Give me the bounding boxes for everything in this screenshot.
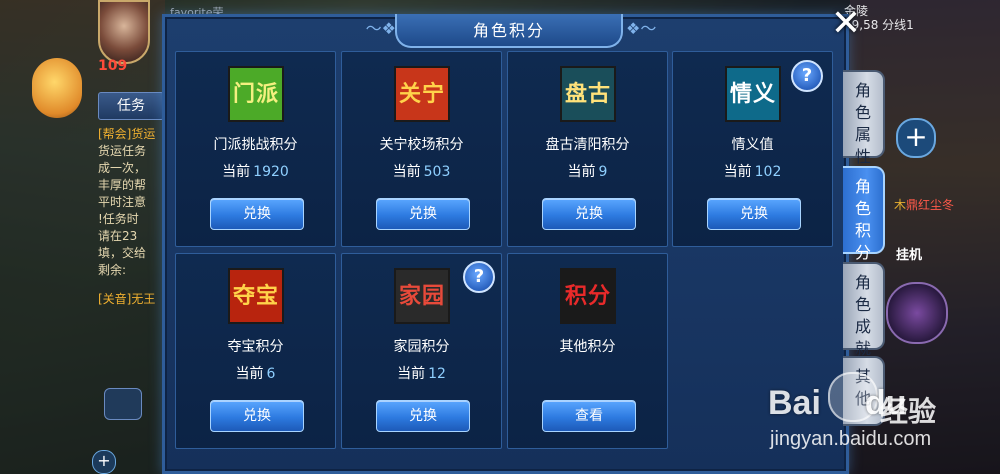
card-value: 当前 102 <box>673 161 832 181</box>
tab-character-points[interactable]: 角色积分 <box>843 166 885 262</box>
task-line: 丰厚的帮 <box>98 178 147 192</box>
exchange-button[interactable]: 兑换 <box>210 400 304 432</box>
value-label: 当前 <box>222 164 251 180</box>
value-label: 当前 <box>392 164 421 180</box>
treasure-icon: 夺宝 <box>228 268 284 324</box>
watermark-url: jingyan.baidu.com <box>770 428 932 450</box>
task-line: 请在23 <box>98 229 138 243</box>
help-icon[interactable]: ? <box>463 261 495 293</box>
tab-label: 角色属性 <box>854 81 871 166</box>
hud-orb-icon[interactable] <box>32 58 82 118</box>
value-number: 9 <box>598 164 608 180</box>
close-icon[interactable]: ✕ <box>826 4 866 44</box>
card-value: 当前 12 <box>342 363 501 383</box>
guild-text-red: 鼎红尘冬 <box>906 198 955 212</box>
exchange-button[interactable]: 兑换 <box>707 198 801 230</box>
tab-character-attributes[interactable]: 角色属性 <box>843 70 885 166</box>
watermark-logo-text: Bai <box>768 384 821 422</box>
card-name: 门派挑战积分 <box>213 137 298 153</box>
value-number: 6 <box>266 366 276 382</box>
task-line: 填，交给 <box>98 246 147 260</box>
view-button[interactable]: 查看 <box>542 400 636 432</box>
task-footer: [关音]无王 <box>98 292 156 306</box>
value-label: 当前 <box>723 164 752 180</box>
exchange-button[interactable]: 兑换 <box>376 198 470 230</box>
hud-guild-text: 木鼎红尘冬 <box>894 196 954 213</box>
exchange-button[interactable]: 兑换 <box>210 198 304 230</box>
card-value: 当前 1920 <box>176 161 335 181</box>
points-card-pangu: 盘古 盘古清阳积分 当前 9 兑换 <box>507 51 668 247</box>
card-value: 当前 503 <box>342 161 501 181</box>
panel-title: 角色积分 <box>395 14 623 48</box>
value-number: 12 <box>428 366 446 382</box>
title-ornament-right-icon: ❖〜 <box>626 19 657 38</box>
card-name: 夺宝积分 <box>227 339 284 355</box>
player-level: 109 <box>98 58 128 74</box>
task-line: 剩余: <box>98 263 127 277</box>
card-name: 家园积分 <box>393 339 450 355</box>
sect-icon: 门派 <box>228 66 284 122</box>
add-icon[interactable]: + <box>896 118 936 158</box>
tab-label: 角色成就 <box>854 273 871 358</box>
value-number: 1920 <box>253 164 289 180</box>
task-text: [帮会]货运 货运任务 成一次， 丰厚的帮 平时注意 !任务时 请在23 填，交… <box>98 126 164 308</box>
value-label: 当前 <box>397 366 426 382</box>
task-line: [帮会]货运 <box>98 127 156 141</box>
card-value: 当前 9 <box>508 161 667 181</box>
task-line: 平时注意 <box>98 195 147 209</box>
points-card-treasure: 夺宝 夺宝积分 当前 6 兑换 <box>175 253 336 449</box>
card-name: 关宁校场积分 <box>379 137 464 153</box>
tab-label: 角色积分 <box>854 177 871 262</box>
home-icon: 家园 <box>394 268 450 324</box>
exchange-button[interactable]: 兑换 <box>376 400 470 432</box>
other-points-icon: 积分 <box>560 268 616 324</box>
player-avatar[interactable] <box>98 0 150 64</box>
task-line: 货运任务 <box>98 144 147 158</box>
points-card-sect: 门派 门派挑战积分 当前 1920 兑换 <box>175 51 336 247</box>
help-icon[interactable]: ? <box>791 60 823 92</box>
bottom-add-icon[interactable]: + <box>92 450 116 474</box>
watermark-jingyan: 经验 <box>880 395 937 428</box>
card-name: 盘古清阳积分 <box>545 137 630 153</box>
tab-character-achievements[interactable]: 角色成就 <box>843 262 885 358</box>
points-grid: 门派 门派挑战积分 当前 1920 兑换 关宁 关宁校场积分 当前 503 兑换 盘… <box>175 51 835 451</box>
card-name: 情义值 <box>731 137 774 153</box>
skill-icon[interactable] <box>886 282 948 344</box>
value-label: 当前 <box>567 164 596 180</box>
points-card-other: 积分 其他积分 查看 <box>507 253 668 449</box>
points-card-guanning: 关宁 关宁校场积分 当前 503 兑换 <box>341 51 502 247</box>
value-number: 503 <box>423 164 451 180</box>
card-value: 当前 6 <box>176 363 335 383</box>
value-label: 当前 <box>235 366 264 382</box>
card-name: 其他积分 <box>559 339 616 355</box>
task-line: !任务时 <box>98 212 139 226</box>
idle-button[interactable]: 挂机 <box>896 244 922 263</box>
task-tab[interactable]: 任务 <box>98 92 164 120</box>
guild-text-gold: 木 <box>894 198 907 212</box>
task-line: 成一次， <box>98 161 147 175</box>
value-number: 102 <box>754 164 782 180</box>
pangu-icon: 盘古 <box>560 66 616 122</box>
loyalty-icon: 情义 <box>725 66 781 122</box>
title-ornament-left-icon: 〜❖ <box>365 19 396 38</box>
exchange-button[interactable]: 兑换 <box>542 198 636 230</box>
hud-bottom-button[interactable] <box>104 388 142 420</box>
guanning-icon: 关宁 <box>394 66 450 122</box>
